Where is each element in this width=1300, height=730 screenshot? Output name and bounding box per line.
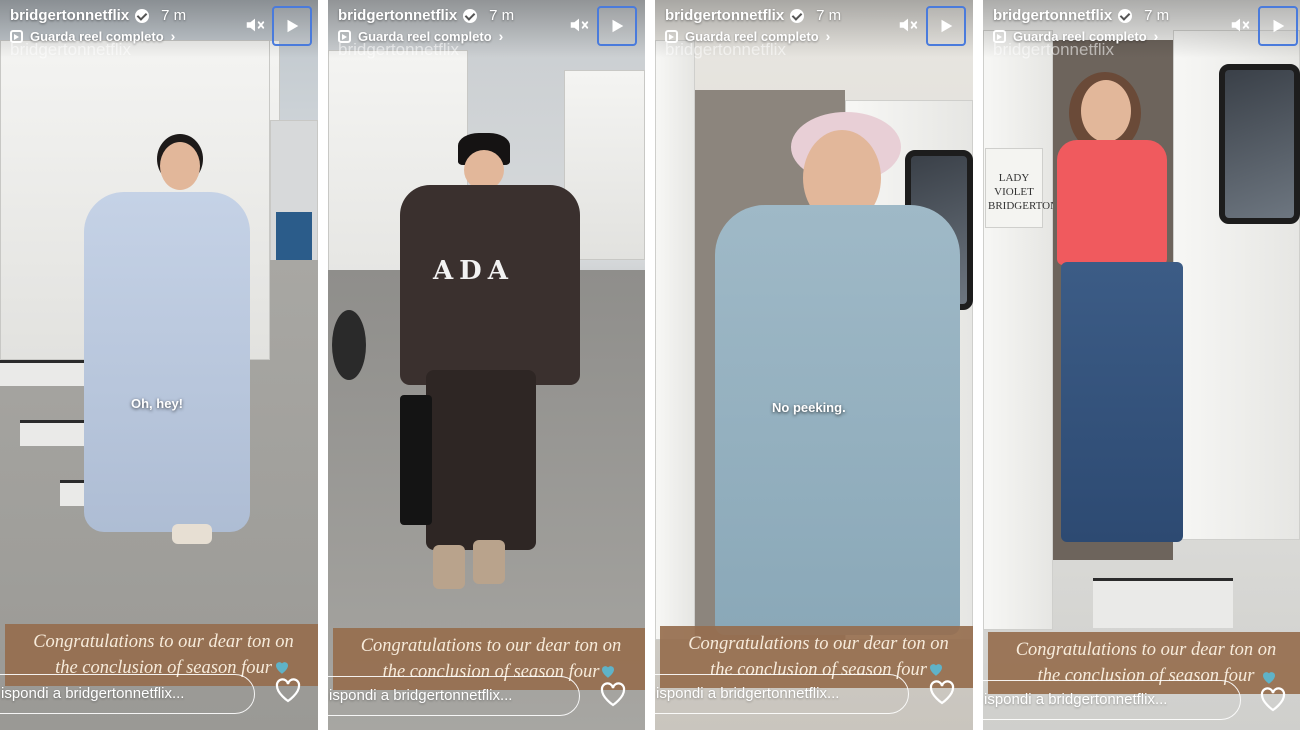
username[interactable]: bridgertonnetflix — [993, 7, 1112, 24]
username[interactable]: bridgertonnetflix — [338, 7, 457, 24]
chevron-right-icon: › — [825, 28, 831, 44]
step — [0, 360, 95, 386]
watermark: bridgertonnetflix — [993, 40, 1114, 59]
story-panel-4[interactable]: LADY VIOLET BRIDGERTON bridgertonnetflix… — [983, 0, 1300, 730]
chevron-right-icon: › — [170, 28, 176, 44]
door-window — [1219, 64, 1300, 224]
tire — [332, 310, 366, 380]
story-video-frame — [655, 0, 973, 730]
heart-icon[interactable] — [1259, 686, 1287, 712]
story-user-row[interactable]: bridgertonnetflix 7 m — [10, 7, 186, 24]
username[interactable]: bridgertonnetflix — [665, 7, 784, 24]
video-caption: No peeking. — [772, 400, 846, 415]
story-panel-1[interactable]: bridgertonnetflix 7 m Guarda reel comple… — [0, 0, 318, 730]
blue-bin — [276, 212, 312, 262]
reply-input[interactable]: ispondi a bridgertonnetflix... — [328, 676, 580, 716]
banner-line-1: Congratulations to our dear ton on — [1015, 640, 1277, 660]
reply-placeholder: ispondi a bridgertonnetflix... — [656, 685, 840, 702]
chevron-right-icon: › — [1153, 28, 1159, 44]
video-caption: Oh, hey! — [131, 396, 184, 411]
shirt-text: ADA — [433, 256, 514, 286]
story-user-row[interactable]: bridgertonnetflix 7 m — [338, 7, 514, 24]
verified-badge-icon — [463, 8, 478, 23]
banner-line-1: Congratulations to our dear ton on — [33, 632, 294, 652]
blue-heart-icon — [602, 666, 614, 678]
story-panel-3[interactable]: bridgertonnetflix 7 m Guarda reel comple… — [655, 0, 973, 730]
speaker-muted-icon[interactable] — [568, 14, 590, 36]
play-icon — [287, 19, 299, 33]
timestamp: 7 m — [161, 7, 187, 24]
play-button[interactable] — [1258, 6, 1298, 46]
heart-icon[interactable] — [928, 679, 956, 705]
door-sign-text: LADY VIOLET BRIDGERTON — [988, 172, 1059, 212]
story-video-frame: LADY VIOLET BRIDGERTON — [983, 0, 1300, 730]
blue-heart-icon — [276, 662, 288, 674]
play-icon — [1273, 19, 1285, 33]
play-button[interactable] — [597, 6, 637, 46]
verified-badge-icon — [790, 8, 805, 23]
heart-icon[interactable] — [274, 677, 302, 703]
watermark: bridgertonnetflix — [665, 40, 786, 59]
username[interactable]: bridgertonnetflix — [10, 7, 129, 24]
step — [1093, 578, 1233, 628]
reply-placeholder: ispondi a bridgertonnetflix... — [329, 687, 513, 704]
story-video-frame: ADA — [328, 0, 645, 730]
chevron-right-icon: › — [498, 28, 504, 44]
heart-icon[interactable] — [599, 681, 627, 707]
reply-placeholder: ispondi a bridgertonnetflix... — [1, 685, 185, 702]
play-icon — [941, 19, 953, 33]
play-button[interactable] — [926, 6, 966, 46]
timestamp: 7 m — [816, 7, 842, 24]
reply-input[interactable]: ispondi a bridgertonnetflix... — [0, 674, 255, 714]
story-panel-2[interactable]: ADA bridgertonnetflix 7 m Guarda reel co… — [328, 0, 645, 730]
speaker-muted-icon[interactable] — [244, 14, 266, 36]
story-video-frame — [0, 0, 318, 730]
speaker-muted-icon[interactable] — [897, 14, 919, 36]
reply-input[interactable]: ispondi a bridgertonnetflix... — [983, 680, 1241, 720]
banner-line-1: Congratulations to our dear ton on — [360, 636, 622, 656]
speaker-muted-icon[interactable] — [1229, 14, 1251, 36]
trailer-wall — [983, 30, 1053, 630]
timestamp: 7 m — [489, 7, 515, 24]
watermark: bridgertonnetflix — [338, 40, 459, 59]
story-user-row[interactable]: bridgertonnetflix 7 m — [993, 7, 1169, 24]
door-frame — [655, 40, 695, 640]
verified-badge-icon — [135, 8, 150, 23]
reply-placeholder: ispondi a bridgertonnetflix... — [984, 691, 1168, 708]
reply-input[interactable]: ispondi a bridgertonnetflix... — [655, 674, 909, 714]
play-button[interactable] — [272, 6, 312, 46]
play-icon — [612, 19, 624, 33]
banner-line-1: Congratulations to our dear ton on — [688, 634, 949, 654]
door-sign: LADY VIOLET BRIDGERTON — [985, 148, 1059, 228]
blue-heart-icon — [930, 664, 942, 676]
verified-badge-icon — [1118, 8, 1133, 23]
story-user-row[interactable]: bridgertonnetflix 7 m — [665, 7, 841, 24]
timestamp: 7 m — [1144, 7, 1170, 24]
watermark: bridgertonnetflix — [10, 40, 131, 59]
blue-heart-icon — [1263, 672, 1275, 684]
